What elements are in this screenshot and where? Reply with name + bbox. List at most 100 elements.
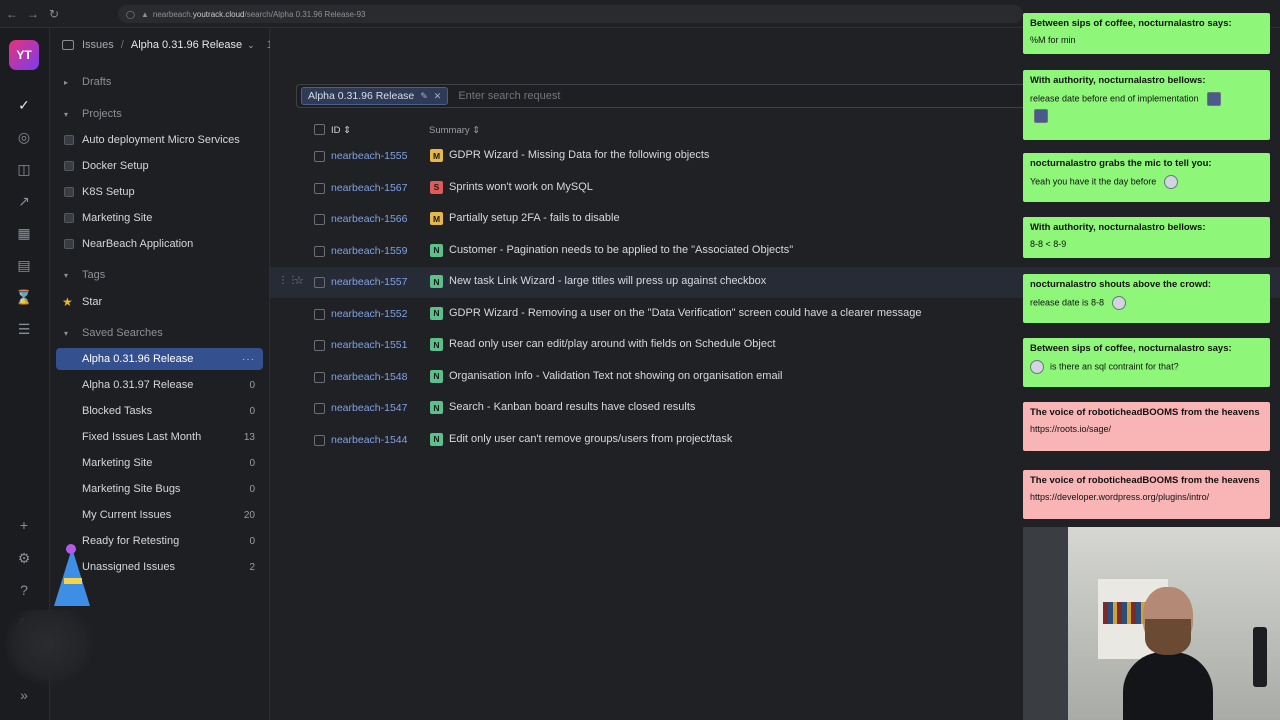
sidebar-tag-star[interactable]: ★ Star bbox=[56, 291, 263, 313]
saved-search-chip[interactable]: Alpha 0.31.96 Release ✎ ✕ bbox=[301, 87, 449, 105]
saved-search-item[interactable]: Fixed Issues Last Month 13 bbox=[56, 426, 263, 448]
priority-badge[interactable]: N bbox=[430, 432, 443, 446]
add-icon[interactable]: + bbox=[15, 516, 33, 534]
row-checkbox[interactable] bbox=[314, 340, 325, 351]
settings-icon[interactable]: ⚙ bbox=[15, 549, 33, 567]
chat-message: nocturnalastro shouts above the crowd: re… bbox=[1023, 274, 1270, 323]
saved-search-item[interactable]: Alpha 0.31.97 Release 0 bbox=[56, 374, 263, 396]
youtrack-logo[interactable]: YT bbox=[9, 40, 39, 70]
priority-badge[interactable]: N bbox=[430, 275, 443, 288]
issue-id-link[interactable]: nearbeach-1552 bbox=[331, 308, 407, 320]
projects-section-header[interactable]: ▾ Projects bbox=[64, 108, 122, 120]
priority-badge[interactable]: S bbox=[430, 180, 443, 194]
sidebar-project-item[interactable]: NearBeach Application bbox=[56, 233, 263, 255]
row-checkbox[interactable] bbox=[314, 371, 325, 383]
row-checkbox[interactable] bbox=[314, 308, 325, 320]
chat-message: With authority, nocturnalastro bellows: r… bbox=[1023, 70, 1270, 140]
priority-badge[interactable]: N bbox=[430, 369, 443, 383]
knowledge-base-icon[interactable]: ▤ bbox=[15, 256, 33, 274]
gantt-icon[interactable]: ☰ bbox=[15, 320, 33, 338]
issue-id-link[interactable]: nearbeach-1559 bbox=[331, 245, 407, 257]
reports-icon[interactable]: ↗ bbox=[15, 192, 33, 210]
emote-icon bbox=[1206, 92, 1221, 106]
star-outline-icon[interactable]: ☆ bbox=[294, 274, 304, 287]
chat-message: Between sips of coffee, nocturnalastro s… bbox=[1023, 13, 1270, 54]
sidebar-project-item[interactable]: Marketing Site bbox=[56, 207, 263, 229]
row-checkbox[interactable] bbox=[314, 151, 325, 162]
reload-icon[interactable]: ↻ bbox=[45, 5, 63, 23]
issue-summary-link[interactable]: Customer - Pagination needs to be applie… bbox=[449, 244, 793, 256]
issue-summary-link[interactable]: Sprints won't work on MySQL bbox=[449, 181, 593, 193]
emote-icon bbox=[1030, 360, 1044, 374]
expand-icon[interactable]: » bbox=[15, 686, 33, 704]
drafts-section[interactable]: ▸ Drafts bbox=[64, 76, 111, 88]
issue-id-link[interactable]: nearbeach-1547 bbox=[331, 402, 407, 414]
issue-id-link[interactable]: nearbeach-1557 bbox=[331, 276, 407, 288]
sidebar-project-item[interactable]: Docker Setup bbox=[56, 155, 263, 177]
chat-author: nocturnalastro shouts above the crowd: bbox=[1030, 279, 1212, 290]
address-bar[interactable]: ◯ ▲ nearbeach. youtrack.cloud/search/Alph… bbox=[118, 5, 1023, 23]
row-checkbox[interactable] bbox=[314, 403, 325, 414]
toggle-sidebar-icon[interactable] bbox=[62, 40, 74, 50]
row-checkbox[interactable] bbox=[314, 277, 325, 288]
sidebar-project-item[interactable]: Auto deployment Micro Services bbox=[56, 129, 263, 151]
issue-id-link[interactable]: nearbeach-1544 bbox=[331, 434, 407, 446]
edit-pencil-icon[interactable]: ✎ bbox=[420, 91, 428, 102]
issue-summary-link[interactable]: Read only user can edit/play around with… bbox=[449, 338, 776, 350]
priority-badge[interactable]: N bbox=[430, 338, 443, 351]
breadcrumb-current[interactable]: Alpha 0.31.96 Release bbox=[131, 39, 242, 51]
priority-badge[interactable]: M bbox=[430, 212, 443, 225]
issue-id-link[interactable]: nearbeach-1555 bbox=[331, 150, 407, 162]
agile-board-icon[interactable]: ◫ bbox=[15, 160, 33, 178]
issue-summary-link[interactable]: New task Link Wizard - large titles will… bbox=[449, 275, 766, 287]
saved-searches-section-header[interactable]: ▾ Saved Searches bbox=[64, 327, 163, 339]
issue-summary-link[interactable]: GDPR Wizard - Removing a user on the "Da… bbox=[449, 307, 921, 319]
help-desk-icon[interactable]: ◎ bbox=[15, 128, 33, 146]
issue-summary-link[interactable]: Edit only user can't remove groups/users… bbox=[449, 433, 732, 445]
chat-author: Between sips of coffee, nocturnalastro s… bbox=[1030, 343, 1232, 354]
more-options-icon[interactable]: ··· bbox=[242, 354, 255, 365]
priority-badge[interactable]: M bbox=[430, 149, 443, 162]
issue-id-link[interactable]: nearbeach-1567 bbox=[331, 182, 407, 194]
issues-check-icon[interactable]: ✓ bbox=[7, 89, 41, 121]
sidebar-project-item[interactable]: K8S Setup bbox=[56, 181, 263, 203]
column-summary-header[interactable]: Summary ⇕ bbox=[429, 125, 480, 136]
row-checkbox[interactable] bbox=[314, 214, 325, 225]
issue-id-link[interactable]: nearbeach-1566 bbox=[331, 213, 407, 225]
search-input[interactable] bbox=[458, 90, 939, 102]
select-all-checkbox[interactable] bbox=[314, 124, 325, 135]
priority-badge[interactable]: N bbox=[430, 306, 443, 320]
help-icon[interactable]: ? bbox=[15, 581, 33, 599]
apps-icon[interactable]: ▦ bbox=[15, 224, 33, 242]
issue-id-link[interactable]: nearbeach-1551 bbox=[331, 339, 407, 351]
issue-summary-link[interactable]: Organisation Info - Validation Text not … bbox=[449, 370, 782, 382]
row-checkbox[interactable] bbox=[314, 434, 325, 446]
issue-id-link[interactable]: nearbeach-1548 bbox=[331, 371, 407, 383]
column-id-header[interactable]: ID ⇕ bbox=[331, 125, 351, 136]
search-bar[interactable]: Alpha 0.31.96 Release ✎ ✕ bbox=[296, 84, 1036, 108]
forward-arrow-icon[interactable]: → bbox=[24, 5, 42, 23]
priority-badge[interactable]: N bbox=[430, 243, 443, 257]
issue-summary-link[interactable]: Partially setup 2FA - fails to disable bbox=[449, 212, 620, 224]
project-badge-icon bbox=[64, 213, 74, 223]
chat-author: With authority, nocturnalastro bellows: bbox=[1030, 75, 1206, 86]
row-checkbox[interactable] bbox=[314, 245, 325, 257]
priority-badge[interactable]: N bbox=[430, 401, 443, 414]
tags-section-header[interactable]: ▾ Tags bbox=[64, 269, 105, 281]
chat-text: https://roots.io/sage/ bbox=[1030, 424, 1112, 434]
row-checkbox[interactable] bbox=[314, 182, 325, 194]
chat-text: release date before end of implementatio… bbox=[1030, 92, 1263, 123]
close-icon[interactable]: ✕ bbox=[434, 91, 442, 102]
chevron-down-icon[interactable]: ⌄ bbox=[247, 40, 255, 51]
issue-summary-link[interactable]: GDPR Wizard - Missing Data for the follo… bbox=[449, 149, 709, 161]
breadcrumb-root[interactable]: Issues bbox=[82, 39, 114, 51]
saved-search-item[interactable]: Marketing Site 0 bbox=[56, 452, 263, 474]
back-arrow-icon[interactable]: ← bbox=[3, 5, 21, 23]
saved-search-item[interactable]: My Current Issues 20 bbox=[56, 504, 263, 526]
chat-message: Between sips of coffee, nocturnalastro s… bbox=[1023, 338, 1270, 387]
timesheet-icon[interactable]: ⌛ bbox=[15, 288, 33, 306]
saved-search-item[interactable]: Marketing Site Bugs 0 bbox=[56, 478, 263, 500]
saved-search-item[interactable]: Blocked Tasks 0 bbox=[56, 400, 263, 422]
saved-search-item[interactable]: Alpha 0.31.96 Release ··· bbox=[56, 348, 263, 370]
issue-summary-link[interactable]: Search - Kanban board results have close… bbox=[449, 401, 695, 413]
